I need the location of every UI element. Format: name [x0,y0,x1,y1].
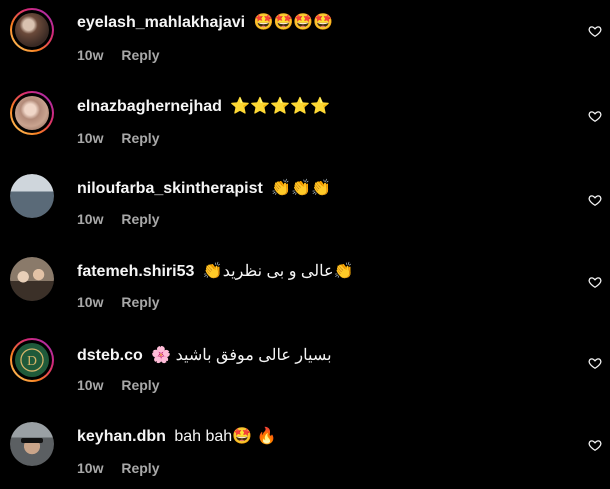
reply-button[interactable]: Reply [121,460,159,476]
username[interactable]: dsteb.co [77,347,143,364]
comment-item: elnazbaghernejhad ⭐️⭐️⭐️⭐️⭐️ 10w Reply [0,83,610,163]
like-heart-icon[interactable] [588,193,602,207]
username[interactable]: niloufarba_skintherapist [77,180,263,197]
reply-button[interactable]: Reply [121,294,159,310]
like-heart-icon[interactable] [588,24,602,38]
comment-meta: 10w Reply [77,459,159,477]
avatar[interactable] [10,422,54,466]
comment-meta: 10w Reply [77,293,159,311]
comment-text: 👏👏👏 [271,180,332,197]
like-heart-icon[interactable] [588,275,602,289]
like-heart-icon[interactable] [588,109,602,123]
reply-button[interactable]: Reply [121,211,159,227]
comment-time: 10w [77,294,104,310]
comment-time: 10w [77,211,104,227]
comment-item: keyhan.dbn bah bah🤩 🔥 10w Reply [0,414,610,489]
comment-item: fatemeh.shiri53 👏عالی و بی نظرید👏 10w Re… [0,249,610,329]
comment-text: 👏عالی و بی نظرید👏 [202,263,354,280]
comment-meta: 10w Reply [77,129,159,147]
comment-text: ⭐️⭐️⭐️⭐️⭐️ [230,98,330,115]
comment-item: eyelash_mahlakhajavi 🤩🤩🤩🤩 10w Reply [0,0,610,80]
comment-time: 10w [77,377,104,393]
avatar[interactable]: D [10,338,54,382]
comment-line: niloufarba_skintherapist 👏👏👏 [77,178,570,200]
like-heart-icon[interactable] [588,438,602,452]
svg-text:D: D [27,353,37,368]
avatar[interactable] [10,91,54,135]
username[interactable]: elnazbaghernejhad [77,98,222,115]
reply-button[interactable]: Reply [121,130,159,146]
username[interactable]: fatemeh.shiri53 [77,263,194,280]
comment-line: dsteb.co 🌸 بسیار عالی موفق باشید [77,345,570,367]
username[interactable]: keyhan.dbn [77,428,166,445]
comment-time: 10w [77,460,104,476]
reply-button[interactable]: Reply [121,377,159,393]
comment-text: bah bah🤩 🔥 [174,428,277,445]
comment-text: 🤩🤩🤩🤩 [253,14,334,31]
comment-line: eyelash_mahlakhajavi 🤩🤩🤩🤩 [77,12,570,34]
comment-line: keyhan.dbn bah bah🤩 🔥 [77,426,570,448]
avatar[interactable] [10,257,54,301]
comment-meta: 10w Reply [77,376,159,394]
username[interactable]: eyelash_mahlakhajavi [77,14,245,31]
like-heart-icon[interactable] [588,356,602,370]
comment-item: niloufarba_skintherapist 👏👏👏 10w Reply [0,166,610,246]
comment-text: 🌸 بسیار عالی موفق باشید [151,347,332,364]
comment-line: elnazbaghernejhad ⭐️⭐️⭐️⭐️⭐️ [77,96,570,118]
comment-line: fatemeh.shiri53 👏عالی و بی نظرید👏 [77,261,570,283]
comment-meta: 10w Reply [77,46,159,64]
comment-time: 10w [77,47,104,63]
comment-item: D dsteb.co 🌸 بسیار عالی موفق باشید 10w R… [0,332,610,412]
avatar[interactable] [10,174,54,218]
brand-logo-icon: D [15,343,49,377]
comment-meta: 10w Reply [77,210,159,228]
avatar[interactable] [10,8,54,52]
reply-button[interactable]: Reply [121,47,159,63]
comment-time: 10w [77,130,104,146]
comments-list: eyelash_mahlakhajavi 🤩🤩🤩🤩 10w Reply elna… [0,0,610,489]
